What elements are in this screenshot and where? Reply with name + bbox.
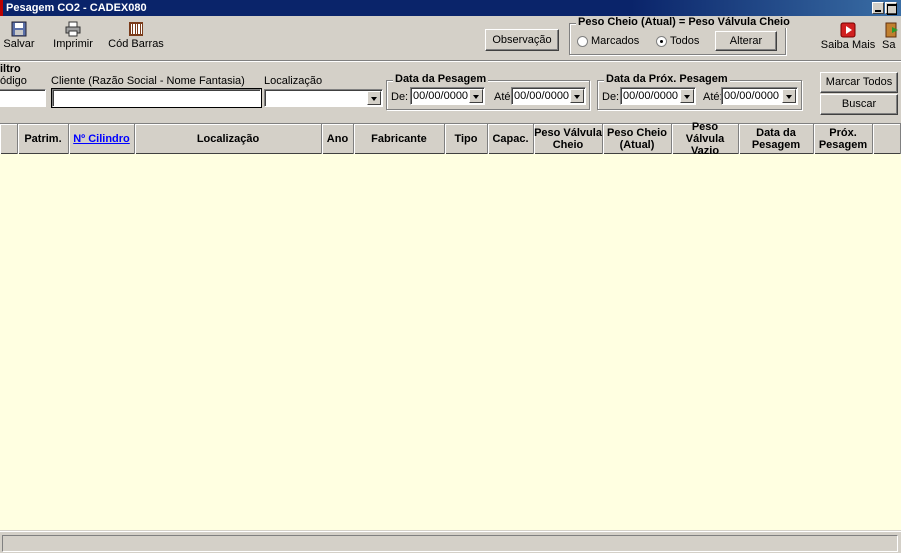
column-header-peso-valvula-vazio[interactable]: Peso Válvula Vazio xyxy=(672,121,739,157)
column-header-tipo[interactable]: Tipo xyxy=(445,124,488,154)
radio-todos[interactable]: Todos xyxy=(656,35,699,47)
saiba-mais-button[interactable]: Saiba Mais xyxy=(820,22,876,51)
saiba-mais-label: Saiba Mais xyxy=(820,39,876,51)
calendar-dropdown-icon[interactable] xyxy=(469,89,483,103)
chevron-down-icon[interactable] xyxy=(367,91,381,105)
codigo-field[interactable] xyxy=(0,89,46,107)
status-bar xyxy=(0,531,901,553)
data-pesagem-legend: Data da Pesagem xyxy=(393,73,489,85)
results-grid[interactable]: Patrim. Nº Cilindro Localização Ano Fabr… xyxy=(0,121,901,530)
radio-todos-dot xyxy=(656,35,667,47)
column-header-capac[interactable]: Capac. xyxy=(488,124,534,154)
column-header-prox-pesagem[interactable]: Próx. Pesagem xyxy=(814,124,873,154)
calendar-dropdown-icon[interactable] xyxy=(570,89,584,103)
salvar-button[interactable]: Salvar xyxy=(2,21,36,50)
sair-button[interactable]: Sa xyxy=(882,22,901,51)
column-header-peso-valvula-cheio[interactable]: Peso Válvula Cheio xyxy=(534,124,603,154)
data-pesagem-ate-field[interactable]: 00/00/0000 xyxy=(511,87,586,105)
data-prox-ate-value: 00/00/0000 xyxy=(724,90,780,102)
cod-barras-label: Cód Barras xyxy=(108,38,164,50)
barcode-icon xyxy=(129,22,143,36)
column-header-peso-cheio-atual[interactable]: Peso Cheio (Atual) xyxy=(603,124,672,154)
toolbar-divider xyxy=(0,60,901,62)
app-icon xyxy=(0,0,3,16)
column-header-patrim[interactable]: Patrim. xyxy=(18,124,69,154)
calendar-dropdown-icon[interactable] xyxy=(680,89,694,103)
marcar-todos-button[interactable]: Marcar Todos xyxy=(820,72,898,93)
title-bar: Pesagem CO2 - CADEX080 xyxy=(0,0,901,16)
data-prox-ate-field[interactable]: 00/00/0000 xyxy=(721,87,798,105)
data-prox-de-field[interactable]: 00/00/0000 xyxy=(620,87,696,105)
imprimir-label: Imprimir xyxy=(53,38,93,50)
radio-marcados[interactable]: Marcados xyxy=(577,35,639,47)
column-header-spacer xyxy=(873,124,901,154)
minimize-icon[interactable] xyxy=(872,2,884,14)
cliente-field[interactable] xyxy=(51,88,262,108)
column-header-fabricante[interactable]: Fabricante xyxy=(354,124,445,154)
peso-cheio-legend: Peso Cheio (Atual) = Peso Válvula Cheio xyxy=(576,16,792,28)
buscar-button[interactable]: Buscar xyxy=(820,94,898,115)
column-header-ano[interactable]: Ano xyxy=(322,124,354,154)
localizacao-label: Localização xyxy=(264,75,323,87)
status-pane xyxy=(2,535,898,552)
video-icon xyxy=(840,22,856,38)
radio-todos-label: Todos xyxy=(670,35,700,47)
printer-icon xyxy=(65,21,81,37)
observacao-button[interactable]: Observação xyxy=(485,29,559,51)
salvar-label: Salvar xyxy=(3,38,35,50)
imprimir-button[interactable]: Imprimir xyxy=(50,21,96,50)
cod-barras-button[interactable]: Cód Barras xyxy=(106,21,166,50)
radio-marcados-dot xyxy=(577,35,588,47)
column-header-data-pesagem[interactable]: Data da Pesagem xyxy=(739,124,814,154)
window-title: Pesagem CO2 - CADEX080 xyxy=(6,2,147,14)
data-pesagem-de-value: 00/00/0000 xyxy=(413,90,469,102)
sair-label: Sa xyxy=(882,39,896,51)
data-pesagem-ate-value: 00/00/0000 xyxy=(514,90,570,102)
calendar-dropdown-icon[interactable] xyxy=(782,89,796,103)
data-prox-ate-label: Até: xyxy=(703,91,723,103)
column-header-selector[interactable] xyxy=(0,124,18,154)
save-icon xyxy=(11,21,27,37)
data-prox-de-value: 00/00/0000 xyxy=(623,90,679,102)
data-prox-legend: Data da Próx. Pesagem xyxy=(604,73,730,85)
grid-header: Patrim. Nº Cilindro Localização Ano Fabr… xyxy=(0,121,901,157)
radio-marcados-label: Marcados xyxy=(591,35,640,47)
column-header-localizacao[interactable]: Localização xyxy=(135,124,322,154)
maximize-icon[interactable] xyxy=(885,2,897,15)
exit-icon xyxy=(885,22,898,38)
column-header-n-cilindro[interactable]: Nº Cilindro xyxy=(69,124,135,154)
alterar-button[interactable]: Alterar xyxy=(715,31,777,51)
codigo-label: ódigo xyxy=(0,75,27,87)
localizacao-select[interactable] xyxy=(264,89,383,107)
cliente-label: Cliente (Razão Social - Nome Fantasia) xyxy=(51,75,245,87)
data-pesagem-de-label: De: xyxy=(391,91,409,103)
data-pesagem-de-field[interactable]: 00/00/0000 xyxy=(410,87,485,105)
data-prox-de-label: De: xyxy=(602,91,620,103)
filtro-legend: iltro xyxy=(0,63,21,75)
